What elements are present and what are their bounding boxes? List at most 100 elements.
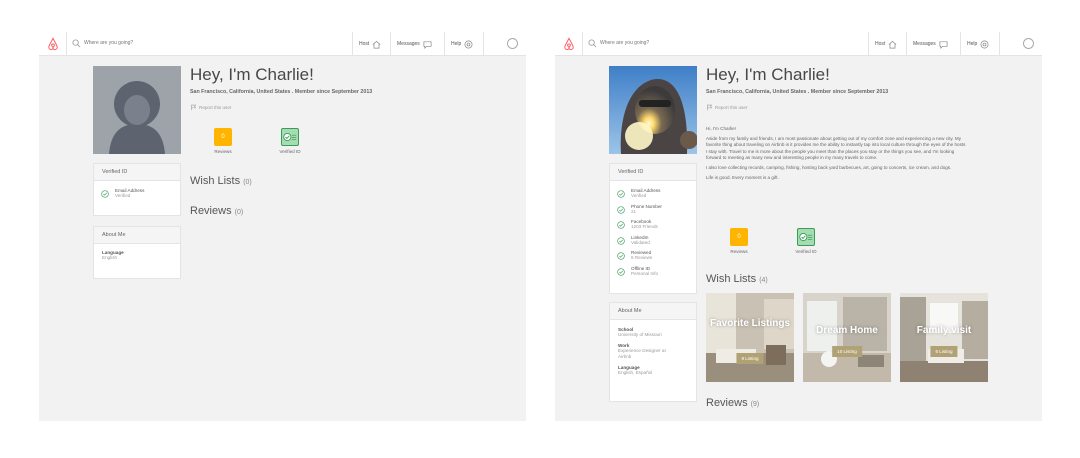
reviews-badge[interactable]: 0 Reviews bbox=[203, 128, 243, 154]
about-me-card: About Me School University of Missouri W… bbox=[609, 302, 697, 402]
home-icon bbox=[888, 40, 897, 48]
reviews-badge-count: 0 bbox=[214, 128, 232, 146]
verification-status: Validated bbox=[631, 239, 650, 245]
about-value: University of Missouri bbox=[618, 332, 662, 337]
bio-paragraph: I also love collecting records, camping,… bbox=[706, 165, 952, 171]
user-avatar-icon[interactable] bbox=[1023, 38, 1034, 49]
bio-paragraph: Hi, I'm Charlie! bbox=[706, 126, 736, 131]
search-input[interactable] bbox=[84, 40, 284, 46]
verification-item: Phone Number 21 bbox=[610, 203, 696, 219]
wish-lists-count: (4) bbox=[759, 277, 768, 284]
report-user-link[interactable]: Report this user bbox=[706, 104, 747, 111]
help-label: Help bbox=[451, 41, 462, 47]
reviews-count: (0) bbox=[234, 209, 244, 216]
verified-id-badge[interactable]: Verified ID bbox=[786, 228, 826, 254]
check-circle-icon bbox=[617, 205, 625, 214]
report-user-label: Report this user bbox=[199, 105, 232, 110]
verification-item: Reviewed 6 Reviews bbox=[610, 249, 696, 265]
flag-icon bbox=[707, 104, 713, 111]
help-label: Help bbox=[967, 41, 978, 47]
verification-item: Email Address Verified bbox=[610, 187, 696, 203]
about-me-card-title: About Me bbox=[610, 303, 696, 320]
check-circle-icon bbox=[617, 267, 625, 276]
location-member-line: San Francisco, California, United States… bbox=[706, 89, 889, 95]
profile-photo bbox=[609, 66, 697, 154]
bio-paragraph: Aside from my family and friends, I am m… bbox=[706, 136, 966, 160]
verified-id-badge[interactable]: Verified ID bbox=[270, 128, 310, 154]
search-icon bbox=[72, 39, 81, 48]
report-user-link[interactable]: Report this user bbox=[190, 104, 231, 111]
page-title: Hey, I'm Charlie! bbox=[190, 65, 314, 84]
id-card-icon bbox=[281, 128, 299, 146]
check-circle-icon bbox=[617, 252, 625, 260]
verified-id-card-title: Verified ID bbox=[94, 164, 180, 181]
verification-item: Offline ID Personal Info bbox=[610, 265, 696, 281]
verification-item: Facebook 1203 Friends bbox=[610, 218, 696, 234]
help-icon bbox=[464, 40, 473, 48]
search-input[interactable] bbox=[600, 40, 800, 46]
verification-status: Verified bbox=[115, 193, 131, 198]
about-item: Work Experience Designer at Airbnb bbox=[610, 340, 696, 362]
help-nav-item[interactable]: Help bbox=[960, 32, 995, 56]
wishlist-count: 6 Listing bbox=[930, 346, 958, 357]
profile-filled-state-panel: Host Messages Help bbox=[555, 32, 1042, 421]
check-circle-icon bbox=[617, 221, 625, 229]
help-nav-item[interactable]: Help bbox=[444, 32, 479, 56]
flag-icon bbox=[191, 104, 197, 111]
host-nav-item[interactable]: Host bbox=[868, 32, 903, 56]
reviews-heading: Reviews (0) bbox=[190, 205, 243, 217]
verified-id-badge-label: Verified ID bbox=[279, 149, 301, 154]
wishlist-card[interactable]: Favorite Listings 9 Listing bbox=[706, 293, 794, 382]
wish-lists-count: (0) bbox=[243, 179, 252, 186]
messages-nav-item[interactable]: Messages bbox=[906, 32, 954, 56]
reviews-heading: Reviews (9) bbox=[706, 397, 759, 409]
messages-label: Messages bbox=[913, 41, 936, 47]
host-nav-item[interactable]: Host bbox=[352, 32, 387, 56]
verification-status: 21 bbox=[631, 208, 637, 214]
wish-lists-heading: Wish Lists (4) bbox=[706, 273, 768, 285]
verified-id-card: Verified ID Email Address Verified Phone N… bbox=[609, 163, 697, 294]
reviews-badge-label: Reviews bbox=[214, 149, 232, 154]
airbnb-logo-icon[interactable] bbox=[46, 37, 60, 51]
page-title: Hey, I'm Charlie! bbox=[706, 65, 830, 84]
divider bbox=[999, 32, 1000, 56]
user-avatar-icon[interactable] bbox=[507, 38, 518, 49]
bio-text: Hi, I'm Charlie! Aside from my family an… bbox=[706, 126, 966, 185]
verification-item: LinkedIn Validated bbox=[610, 234, 696, 250]
verified-id-card-title: Verified ID bbox=[610, 164, 696, 181]
check-circle-icon bbox=[101, 190, 109, 198]
message-icon bbox=[939, 40, 948, 49]
profile-empty-state-panel: Host Messages Help Verified ID Email Add… bbox=[39, 32, 526, 421]
verified-id-card: Verified ID Email Address Verified bbox=[93, 163, 181, 216]
messages-nav-item[interactable]: Messages bbox=[390, 32, 438, 56]
reviews-badge-count: 0 bbox=[730, 228, 748, 246]
id-card-icon bbox=[797, 228, 815, 246]
wishlist-name: Favorite Listings bbox=[709, 318, 790, 329]
messages-label: Messages bbox=[397, 41, 420, 47]
reviews-badge[interactable]: 0 Reviews bbox=[719, 228, 759, 254]
top-navbar: Host Messages Help bbox=[39, 32, 526, 56]
about-item: School University of Missouri bbox=[610, 324, 696, 340]
about-item: Language English, Español bbox=[610, 362, 696, 378]
top-navbar: Host Messages Help bbox=[555, 32, 1042, 56]
wish-lists-label: Wish Lists bbox=[706, 273, 757, 285]
wish-lists-label: Wish Lists bbox=[190, 175, 241, 187]
divider bbox=[582, 32, 583, 56]
wishlist-card[interactable]: Family visit 6 Listing bbox=[900, 293, 988, 382]
verification-item: Email Address Verified bbox=[94, 187, 180, 202]
wishlist-name: Dream Home bbox=[816, 325, 878, 336]
profile-photo-placeholder bbox=[93, 66, 181, 154]
check-circle-icon bbox=[617, 190, 625, 198]
message-icon bbox=[423, 40, 432, 49]
reviews-badge-label: Reviews bbox=[730, 249, 748, 254]
wishlist-card[interactable]: Dream Home 10 Listing bbox=[803, 293, 891, 382]
bio-paragraph: Life is good. Every moment is a gift. bbox=[706, 175, 779, 181]
wishlist-count: 10 Listing bbox=[832, 346, 862, 357]
verification-status: Verified bbox=[631, 193, 647, 198]
wishlist-count: 9 Listing bbox=[736, 353, 764, 364]
airbnb-logo-icon[interactable] bbox=[562, 37, 576, 51]
search-icon bbox=[588, 39, 597, 48]
reviews-count: (9) bbox=[750, 401, 760, 408]
about-value: Experience Designer at Airbnb bbox=[618, 348, 666, 359]
divider bbox=[483, 32, 484, 56]
